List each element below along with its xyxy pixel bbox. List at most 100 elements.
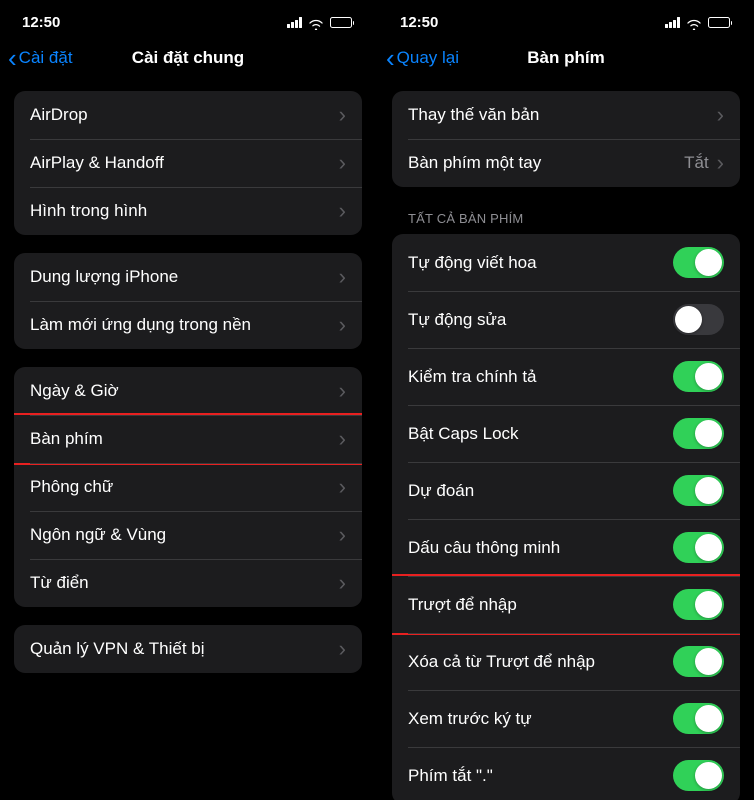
settings-row: Tự động viết hoa [392,234,740,291]
settings-row: Dự đoán [392,462,740,519]
chevron-right-icon: › [339,524,346,546]
row-label: Ngày & Giờ [30,381,119,401]
settings-row[interactable]: AirPlay & Handoff › [14,139,362,187]
back-label: Cài đặt [19,48,73,68]
chevron-right-icon: › [339,638,346,660]
settings-row[interactable]: AirDrop › [14,91,362,139]
status-time: 12:50 [22,14,60,31]
row-label: Bàn phím [30,429,103,449]
phone-right: 12:50 ‹ Quay lại Bàn phím Thay thế văn b… [378,0,754,800]
chevron-right-icon: › [717,104,724,126]
chevron-right-icon: › [339,380,346,402]
status-indicators [665,17,732,29]
cellular-icon [665,17,680,28]
settings-row[interactable]: Làm mới ứng dụng trong nền › [14,301,362,349]
row-label: AirPlay & Handoff [30,153,164,173]
section-header: TẤT CẢ BÀN PHÍM [392,187,740,234]
row-label: Quản lý VPN & Thiết bị [30,639,205,659]
settings-content-right[interactable]: Thay thế văn bản › Bàn phím một tay Tắt › TẤT… [378,81,754,800]
row-label: Xóa cả từ Trượt để nhập [408,652,595,672]
toggle-switch[interactable] [673,475,724,506]
chevron-left-icon: ‹ [8,45,17,71]
toggle-switch[interactable] [673,760,724,791]
toggle-switch[interactable] [673,361,724,392]
settings-group: Quản lý VPN & Thiết bị › [14,625,362,673]
wifi-icon [308,17,324,29]
toggle-switch[interactable] [673,247,724,278]
settings-row: Dấu câu thông minh [392,519,740,576]
row-label: Ngôn ngữ & Vùng [30,525,166,545]
toggle-switch[interactable] [673,532,724,563]
back-button[interactable]: ‹ Cài đặt [8,45,73,71]
row-label: Xem trước ký tự [408,709,532,729]
chevron-right-icon: › [339,104,346,126]
row-label: Hình trong hình [30,201,147,221]
row-label: Thay thế văn bản [408,105,539,125]
settings-group: Dung lượng iPhone›Làm mới ứng dụng trong… [14,253,362,349]
row-label: Làm mới ứng dụng trong nền [30,315,251,335]
settings-row[interactable]: Phông chữ › [14,463,362,511]
settings-row: Trượt để nhập [392,574,740,635]
row-label: Phím tắt "." [408,766,493,786]
status-bar: 12:50 [378,0,754,35]
row-label: Trượt để nhập [408,595,517,615]
settings-row[interactable]: Ngày & Giờ › [14,367,362,415]
settings-row[interactable]: Bàn phím › [14,413,362,465]
row-label: Bật Caps Lock [408,424,519,444]
row-value: Tắt [684,153,709,173]
toggle-switch[interactable] [673,589,724,620]
chevron-right-icon: › [339,476,346,498]
row-label: Dự đoán [408,481,474,501]
row-label: Kiểm tra chính tả [408,367,537,387]
status-bar: 12:50 [0,0,376,35]
back-button[interactable]: ‹ Quay lại [386,45,459,71]
row-label: Tự động sửa [408,310,506,330]
settings-row: Phím tắt "." [392,747,740,800]
row-label: Dung lượng iPhone [30,267,178,287]
row-label: Dấu câu thông minh [408,538,560,558]
settings-row[interactable]: Ngôn ngữ & Vùng › [14,511,362,559]
chevron-left-icon: ‹ [386,45,395,71]
status-time: 12:50 [400,14,438,31]
settings-row: Kiểm tra chính tả [392,348,740,405]
settings-row[interactable]: Dung lượng iPhone› [14,253,362,301]
toggle-switch[interactable] [673,646,724,677]
chevron-right-icon: › [339,572,346,594]
chevron-right-icon: › [339,314,346,336]
settings-row: Bật Caps Lock [392,405,740,462]
nav-bar: ‹ Quay lại Bàn phím [378,35,754,81]
row-label: Bàn phím một tay [408,153,541,173]
settings-group: Tự động viết hoa Tự động sửa Kiểm tra chín… [392,234,740,800]
toggle-switch[interactable] [673,703,724,734]
settings-row[interactable]: Quản lý VPN & Thiết bị › [14,625,362,673]
chevron-right-icon: › [339,428,346,450]
settings-row[interactable]: Hình trong hình › [14,187,362,235]
wifi-icon [686,17,702,29]
row-label: Phông chữ [30,477,113,497]
chevron-right-icon: › [717,152,724,174]
settings-content-left[interactable]: AirDrop›AirPlay & Handoff›Hình trong hìn… [0,81,376,800]
settings-group: Ngày & Giờ›Bàn phím›Phông chữ›Ngôn ngữ &… [14,367,362,607]
status-indicators [287,17,354,29]
settings-row[interactable]: Bàn phím một tay Tắt › [392,139,740,187]
cellular-icon [287,17,302,28]
settings-group: Thay thế văn bản › Bàn phím một tay Tắt › [392,91,740,187]
chevron-right-icon: › [339,152,346,174]
row-label: Tự động viết hoa [408,253,537,273]
settings-row[interactable]: Từ điển › [14,559,362,607]
settings-row: Tự động sửa [392,291,740,348]
settings-row: Xóa cả từ Trượt để nhập [392,633,740,690]
nav-bar: ‹ Cài đặt Cài đặt chung [0,35,376,81]
toggle-switch[interactable] [673,418,724,449]
toggle-switch[interactable] [673,304,724,335]
nav-title: Bàn phím [527,48,604,68]
row-label: AirDrop [30,105,88,125]
phone-left: 12:50 ‹ Cài đặt Cài đặt chung AirDrop›Ai… [0,0,376,800]
chevron-right-icon: › [339,200,346,222]
settings-group: AirDrop›AirPlay & Handoff›Hình trong hìn… [14,91,362,235]
row-label: Từ điển [30,573,89,593]
back-label: Quay lại [397,48,459,68]
settings-row[interactable]: Thay thế văn bản › [392,91,740,139]
battery-icon [708,17,733,28]
nav-title: Cài đặt chung [132,48,244,68]
